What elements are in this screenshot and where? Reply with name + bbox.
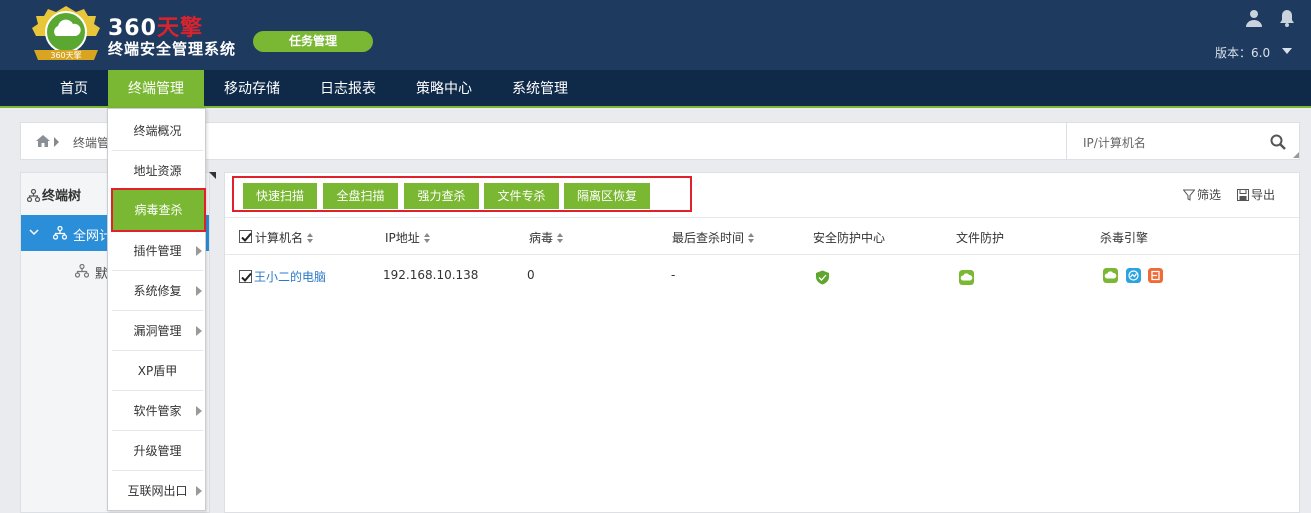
save-icon: [1237, 189, 1249, 201]
home-icon[interactable]: [36, 135, 50, 147]
sort-icon[interactable]: [423, 233, 430, 243]
nav-item-log-reports[interactable]: 日志报表: [300, 70, 396, 108]
filter-icon: [1182, 189, 1196, 201]
menu-item-internet-exit[interactable]: 互联网出口: [112, 471, 203, 511]
chevron-right-icon: [196, 326, 202, 336]
menu-item-system-repair[interactable]: 系统修复: [112, 271, 203, 311]
breadcrumb-current[interactable]: 终端管: [73, 134, 109, 151]
task-management-button[interactable]: 任务管理: [253, 31, 373, 52]
column-header-ip[interactable]: IP地址: [385, 229, 430, 246]
app-header: 360天擎 360天擎 终端安全管理系统 任务管理 版本：6.0: [0, 0, 1311, 70]
select-all-checkbox[interactable]: [239, 230, 252, 243]
resize-corner-icon: [1293, 152, 1299, 158]
nav-item-home[interactable]: 首页: [42, 70, 106, 108]
quick-scan-button[interactable]: 快速扫描: [243, 183, 317, 209]
menu-item-vulnerability-management[interactable]: 漏洞管理: [112, 311, 203, 351]
search-box[interactable]: IP/计算机名: [1066, 123, 1300, 159]
table-row[interactable]: 王小二的电脑 192.168.10.138 0 -: [225, 256, 1299, 296]
column-header-computer-name[interactable]: 计算机名: [255, 229, 314, 246]
chevron-down-icon[interactable]: [1282, 48, 1292, 54]
chevron-down-icon[interactable]: [29, 227, 39, 237]
chevron-right-icon: [196, 246, 202, 256]
sort-icon[interactable]: [307, 233, 314, 243]
scan-toolbar: 快速扫描 全盘扫描 强力查杀 文件专杀 隔离区恢复: [232, 176, 692, 212]
menu-item-virus-scan[interactable]: 病毒查杀: [111, 188, 206, 232]
chevron-right-icon: [196, 486, 202, 496]
nav-item-system-management[interactable]: 系统管理: [492, 70, 588, 108]
terminal-management-menu: 终端概况 地址资源 病毒查杀 插件管理 系统修复 漏洞管理 XP盾甲 软件管家 …: [107, 108, 206, 511]
row-checkbox[interactable]: [239, 270, 252, 283]
virus-count-cell: 0: [527, 268, 535, 282]
table-header: 计算机名 IP地址 病毒 最后查杀时间 安全防护中心 文件防护 杀毒引擎: [225, 217, 1299, 255]
column-header-security-center: 安全防护中心: [813, 231, 886, 245]
cloud-icon: [959, 270, 974, 285]
app-subtitle: 终端安全管理系统: [108, 40, 237, 58]
chevron-right-icon: [196, 406, 202, 416]
tree-icon: [26, 188, 41, 203]
task-management-label: 任务管理: [288, 34, 337, 48]
bd-engine-icon: [1148, 268, 1163, 283]
shield-icon: [816, 270, 829, 285]
menu-item-address-resources[interactable]: 地址资源: [112, 151, 203, 191]
version-label: 版本：6.0: [1215, 46, 1271, 60]
column-header-file-protection: 文件防护: [956, 231, 1005, 245]
logo-badge-icon: 360天擎: [32, 6, 100, 60]
search-input[interactable]: IP/计算机名: [1083, 134, 1146, 151]
ai-engine-icon: [1126, 268, 1141, 283]
nav-item-mobile-storage[interactable]: 移动存储: [204, 70, 300, 108]
last-scan-cell: -: [671, 268, 676, 282]
sort-icon[interactable]: [557, 233, 564, 243]
panel-corner-icon: [209, 172, 216, 179]
column-header-last-scan[interactable]: 最后查杀时间: [672, 229, 755, 246]
column-header-virus[interactable]: 病毒: [529, 229, 564, 246]
export-button[interactable]: 导出: [1237, 186, 1275, 203]
sort-icon[interactable]: [748, 233, 755, 243]
full-scan-button[interactable]: 全盘扫描: [323, 183, 398, 209]
network-icon: [75, 264, 89, 278]
quarantine-restore-button[interactable]: 隔离区恢复: [564, 183, 650, 209]
filter-button[interactable]: 筛选: [1182, 186, 1221, 203]
nav-item-terminal-management[interactable]: 终端管理: [108, 70, 204, 108]
menu-item-upgrade-management[interactable]: 升级管理: [112, 431, 203, 471]
menu-item-plugin-management[interactable]: 插件管理: [112, 231, 203, 271]
user-icon[interactable]: [1245, 9, 1263, 27]
nav-item-policy-center[interactable]: 策略中心: [396, 70, 492, 108]
menu-item-software-manager[interactable]: 软件管家: [112, 391, 203, 431]
network-icon: [53, 226, 67, 240]
ip-address-cell: 192.168.10.138: [383, 268, 479, 282]
main-panel: 快速扫描 全盘扫描 强力查杀 文件专杀 隔离区恢复 筛选 导出 计算机名 IP地…: [224, 172, 1300, 513]
menu-item-xp-shield[interactable]: XP盾甲: [112, 351, 203, 391]
chevron-right-icon: [196, 286, 202, 296]
file-kill-button[interactable]: 文件专杀: [484, 183, 559, 209]
computer-name-link[interactable]: 王小二的电脑: [254, 268, 326, 285]
bell-icon[interactable]: [1278, 9, 1296, 27]
column-header-av-engine: 杀毒引擎: [1100, 231, 1149, 245]
tree-title: 终端树: [26, 185, 81, 204]
menu-item-terminal-overview[interactable]: 终端概况: [112, 111, 203, 151]
breadcrumb-separator-icon: [54, 137, 59, 147]
main-nav: 首页 终端管理 移动存储 日志报表 策略中心 系统管理: [0, 70, 1311, 108]
breadcrumb: 终端管 IP/计算机名: [20, 122, 1300, 160]
search-icon[interactable]: [1270, 134, 1286, 150]
logo-badge-text: 360天擎: [50, 50, 81, 60]
force-kill-button[interactable]: 强力查杀: [404, 183, 479, 209]
cloud-engine-icon: [1103, 268, 1118, 283]
